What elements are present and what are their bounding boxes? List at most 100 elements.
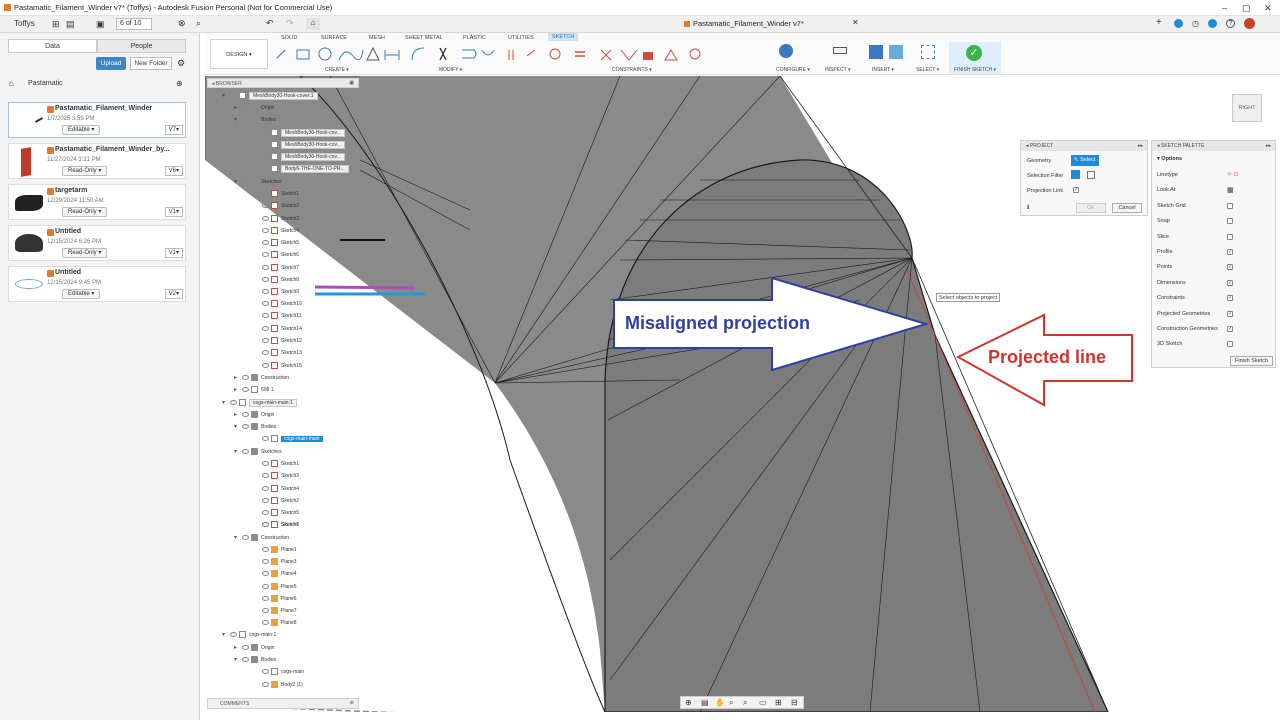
browser-node[interactable]: Plane4 (262, 570, 297, 581)
modify-tools[interactable] (410, 46, 500, 62)
visibility-eye-icon[interactable] (262, 596, 269, 601)
home-icon[interactable]: ⌂ (306, 18, 320, 30)
browser-node[interactable]: Sketch12 (262, 337, 302, 348)
pan-icon[interactable]: ✋ (715, 698, 725, 707)
visibility-eye-icon[interactable] (262, 130, 269, 135)
tab-mesh[interactable]: MESH (369, 35, 385, 41)
visibility-eye-icon[interactable] (242, 387, 249, 393)
visibility-eye-icon[interactable] (262, 265, 269, 270)
browser-node[interactable]: Plane7 (262, 607, 297, 618)
tab-solid[interactable]: SOLID (281, 35, 298, 41)
look-at-icon[interactable]: ▦ (1227, 186, 1234, 194)
version-badge[interactable]: V2▾ (164, 289, 183, 299)
visibility-eye-icon[interactable] (262, 252, 269, 257)
document-tab[interactable]: Pastamatic_Filament_Winder v7* (693, 19, 804, 28)
user-menu[interactable]: Toffys (14, 19, 35, 28)
close-doc-icon[interactable]: ✕ (852, 18, 859, 27)
file-card[interactable]: Untitled 12/15/2024 9:45 PM Editable ▾ V… (8, 266, 186, 302)
tab-sheet-metal[interactable]: SHEET METAL (405, 35, 443, 41)
info-icon[interactable]: ℹ (1027, 204, 1029, 211)
expand-down-icon[interactable]: ▾ (234, 534, 242, 541)
settings-gear-icon[interactable]: ⚙ (177, 58, 185, 69)
browser-node[interactable]: ▾ Bodies (234, 656, 276, 667)
close-tab-icon[interactable]: ⊗ (178, 18, 186, 29)
visibility-eye-icon[interactable] (262, 289, 269, 294)
group-configure[interactable]: CONFIGURE ▾ (776, 67, 810, 73)
visibility-eye-icon[interactable] (262, 154, 269, 159)
visibility-eye-icon[interactable] (262, 669, 269, 674)
visibility-eye-icon[interactable] (230, 400, 237, 406)
expand-down-icon[interactable]: ▾ (234, 656, 242, 663)
browser-node[interactable]: MeshBody30-Hook-cov... (262, 140, 345, 152)
expand-down-icon[interactable]: ▾ (222, 631, 230, 638)
file-card[interactable]: Untitled 12/15/2024 6:26 PM Read-Only ▾ … (8, 225, 186, 261)
visibility-eye-icon[interactable] (262, 486, 269, 491)
group-constraints[interactable]: CONSTRAINTS ▾ (612, 67, 652, 73)
expand-down-icon[interactable]: ▾ (234, 423, 242, 430)
visibility-eye-icon[interactable] (242, 424, 249, 430)
browser-node[interactable]: ▾ cogs-main:1 (222, 631, 276, 642)
tab-people[interactable]: People (97, 39, 186, 53)
group-inspect[interactable]: INSPECT ▾ (825, 67, 851, 73)
constraint-tools[interactable] (505, 46, 705, 62)
filter-specified-icon[interactable] (1087, 171, 1095, 179)
browser-node[interactable]: ▾ Bodies (234, 423, 276, 434)
browser-node[interactable]: ▸ Origin (234, 644, 274, 655)
browser-node[interactable]: ▾ MeshBody30-Hook-cover:1 (222, 92, 318, 103)
browser-node[interactable]: Sketch14 (262, 325, 302, 336)
search-icon[interactable]: ⌕ (196, 18, 201, 29)
browser-node[interactable]: MeshBody30-Hook-cov... (262, 128, 345, 140)
browser-node[interactable]: ▾ Sketches (234, 178, 282, 189)
visibility-eye-icon[interactable] (242, 449, 249, 455)
create-tools[interactable] (275, 46, 415, 62)
browser-node[interactable]: Sketch3 (262, 472, 299, 483)
tab-sketch[interactable]: SKETCH (548, 33, 579, 41)
redo-icon[interactable]: ↷ (286, 18, 294, 29)
group-select[interactable]: SELECT ▾ (916, 67, 939, 73)
browser-node[interactable]: Plane3 (262, 558, 297, 569)
linetype-icon[interactable]: ⟡ ⊡ (1227, 171, 1238, 179)
breadcrumb[interactable]: Pastamatic (28, 80, 63, 87)
visibility-eye-icon[interactable] (230, 632, 237, 638)
pager[interactable]: 6 of 10 (116, 18, 152, 30)
file-card[interactable]: targetarm 12/29/2024 11:50 AM Read-Only … (8, 184, 186, 220)
access-dropdown[interactable]: Editable ▾ (62, 125, 101, 135)
browser-node[interactable]: Sketch2 (262, 202, 299, 213)
palette-option-checkbox[interactable] (1227, 218, 1233, 225)
expand-down-icon[interactable]: ▾ (234, 448, 242, 455)
expand-right-icon[interactable]: ▸ (234, 104, 242, 111)
browser-node[interactable]: Body6-THE-ONE-TO-PR... (262, 164, 349, 176)
version-badge[interactable]: V1▾ (164, 248, 183, 258)
visibility-eye-icon[interactable] (262, 510, 269, 515)
browser-node[interactable]: Sketch2 (262, 497, 299, 508)
close-button[interactable]: ✕ (1264, 3, 1272, 14)
visibility-eye-icon[interactable] (262, 682, 269, 687)
visibility-eye-icon[interactable] (262, 166, 269, 171)
expand-down-icon[interactable]: ▾ (234, 116, 242, 123)
browser-node[interactable]: ▸ 608:1 (234, 386, 274, 397)
ok-button[interactable]: OK (1076, 203, 1106, 213)
visibility-eye-icon[interactable] (262, 498, 269, 503)
projection-link-checkbox[interactable]: ✓ (1073, 187, 1079, 193)
upload-button[interactable]: Upload (96, 57, 126, 70)
image-icon[interactable] (889, 45, 903, 59)
version-badge[interactable]: V6▾ (164, 166, 183, 176)
browser-node[interactable]: Sketch7 (262, 521, 299, 532)
browser-header[interactable]: ◂ BROWSER ▣ (207, 78, 359, 88)
expand-right-icon[interactable]: ▸ (234, 411, 242, 418)
zoom-icon[interactable]: ⌕ (729, 698, 733, 708)
file-icon[interactable]: ▤ (66, 19, 75, 30)
visibility-eye-icon[interactable] (262, 620, 269, 625)
browser-node[interactable]: Sketch4 (262, 227, 299, 238)
fit-icon[interactable]: ⌕ (743, 698, 747, 708)
visibility-eye-icon[interactable] (262, 608, 269, 613)
visibility-eye-icon[interactable] (262, 571, 269, 576)
view-cube[interactable]: RIGHT (1232, 94, 1262, 122)
home-icon[interactable]: ⌂ (9, 79, 14, 88)
checkmark-icon[interactable]: ✓ (966, 45, 982, 61)
visibility-eye-icon[interactable] (242, 375, 249, 381)
select-icon[interactable] (921, 45, 935, 59)
orbit-icon[interactable]: ⊕ (685, 698, 692, 707)
new-folder-button[interactable]: New Folder (130, 57, 172, 70)
browser-node[interactable]: ▾ Sketches (234, 448, 282, 459)
